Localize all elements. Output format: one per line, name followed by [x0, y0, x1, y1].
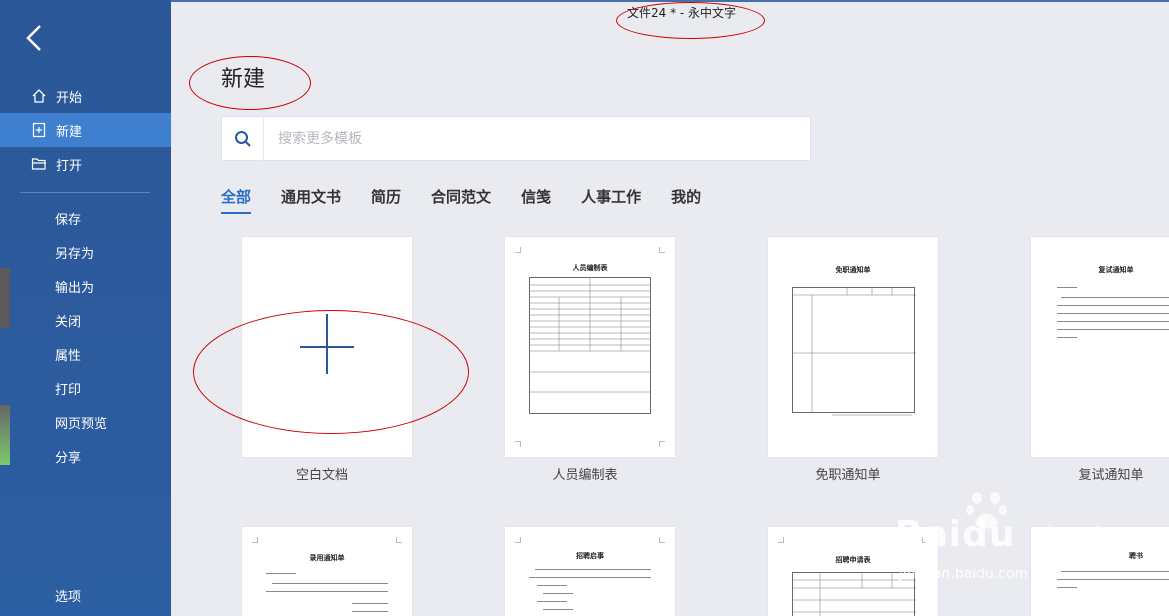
template-preview-heading: 录用通知单 [309, 554, 345, 562]
template-dismissal-notice[interactable]: 免职通知单 [768, 237, 938, 457]
sidebar-item-open[interactable]: 打开 [0, 147, 171, 181]
watermark-brand: Baidu [895, 514, 1016, 555]
sidebar-item-save[interactable]: 保存 [0, 201, 171, 235]
template-search [221, 116, 811, 161]
template-preview-heading: 招聘启事 [576, 552, 604, 560]
tab-hr[interactable]: 人事工作 [581, 186, 641, 214]
sidebar-item-label: 关闭 [55, 314, 82, 330]
watermark-brand-cn: 经验 [1041, 524, 1109, 564]
text-line [1057, 337, 1077, 338]
search-input[interactable] [264, 130, 810, 147]
template-job-posting[interactable]: 招聘启事 [505, 527, 675, 616]
page-corner-mark [659, 537, 665, 543]
title-bar-line [171, 0, 1169, 2]
text-line [543, 593, 573, 594]
template-staffing-table[interactable]: 人员编制表 [505, 237, 675, 457]
sidebar-item-home[interactable]: 开始 [0, 79, 171, 113]
template-blank[interactable] [242, 237, 412, 457]
page-corner-mark [659, 441, 665, 447]
text-line [272, 583, 388, 584]
sidebar-item-save-as[interactable]: 另存为 [0, 235, 171, 269]
sidebar-divider [20, 192, 150, 193]
text-line [1057, 329, 1169, 330]
back-button[interactable] [22, 22, 50, 54]
tab-mine[interactable]: 我的 [671, 186, 701, 214]
text-line [266, 591, 388, 592]
template-label: 免职通知单 [815, 468, 881, 483]
text-line [1057, 321, 1169, 322]
template-preview-heading: 人员编制表 [572, 264, 608, 272]
sidebar-item-properties[interactable]: 属性 [0, 337, 171, 371]
template-tabs: 全部 通用文书 简历 合同范文 信笺 人事工作 我的 [221, 186, 731, 214]
sidebar-item-label: 选项 [55, 589, 82, 605]
window-edge-decoration [0, 405, 10, 465]
text-line [1057, 287, 1077, 288]
page-corner-mark [515, 247, 521, 253]
template-preview-table [792, 287, 916, 416]
page-corner-mark [252, 537, 258, 543]
text-line [1061, 297, 1169, 298]
text-line [537, 585, 567, 586]
sidebar-item-label: 另存为 [55, 246, 95, 262]
page-corner-mark [659, 247, 665, 253]
page-title: 新建 [221, 67, 266, 92]
template-preview-heading: 复试通知单 [1098, 266, 1134, 274]
chevron-left-icon [26, 25, 41, 51]
home-icon [30, 87, 48, 105]
sidebar-item-share[interactable]: 分享 [0, 439, 171, 473]
text-line [543, 609, 573, 610]
tab-contracts[interactable]: 合同范文 [431, 186, 491, 214]
sidebar-item-close[interactable]: 关闭 [0, 303, 171, 337]
tab-letterhead[interactable]: 信笺 [521, 186, 551, 214]
sidebar-item-label: 新建 [56, 124, 83, 140]
template-preview-table [529, 277, 651, 414]
page-corner-mark [515, 441, 521, 447]
page-corner-mark [515, 537, 521, 543]
tab-resume[interactable]: 简历 [371, 186, 401, 214]
sidebar-item-label: 分享 [55, 450, 82, 466]
document-title: 文件24 * - 永中文字 [627, 6, 737, 20]
sidebar-item-label: 打开 [56, 158, 83, 174]
sidebar-item-print[interactable]: 打印 [0, 371, 171, 405]
search-icon[interactable] [222, 116, 264, 161]
tab-all[interactable]: 全部 [221, 186, 252, 214]
sidebar-item-label: 打印 [55, 382, 82, 398]
sidebar-item-options[interactable]: 选项 [0, 578, 171, 612]
template-label: 复试通知单 [1078, 468, 1144, 483]
sidebar-item-label: 属性 [55, 348, 82, 364]
baidu-watermark: Baidu 经验 jingyan.baidu.com [895, 488, 1169, 616]
text-line [352, 611, 388, 612]
text-line [529, 577, 651, 578]
text-line [537, 601, 567, 602]
new-doc-icon [30, 121, 48, 139]
page-corner-mark [778, 537, 784, 543]
window-edge-decoration [0, 268, 10, 328]
template-preview-heading: 免职通知单 [835, 266, 871, 274]
text-line [1057, 305, 1169, 306]
template-offer-notice[interactable]: 录用通知单 [242, 527, 412, 616]
sidebar-item-new[interactable]: 新建 [0, 113, 171, 147]
text-line [535, 569, 651, 570]
sidebar: 开始 新建 打开 保存 另存为 输出为 关闭 属性 打印 网页预览 分享 选项 [0, 0, 171, 616]
sidebar-item-label: 网页预览 [55, 416, 108, 432]
template-label: 人员编制表 [552, 468, 618, 483]
sidebar-item-export[interactable]: 输出为 [0, 269, 171, 303]
template-retest-notice[interactable]: 复试通知单 [1031, 237, 1169, 457]
folder-open-icon [30, 155, 48, 173]
text-line [266, 573, 296, 574]
plus-icon [300, 314, 354, 374]
page-corner-mark [396, 537, 402, 543]
tab-general-docs[interactable]: 通用文书 [281, 186, 341, 214]
text-line [352, 603, 388, 604]
watermark-url: jingyan.baidu.com [899, 566, 1029, 582]
text-line [1057, 313, 1169, 314]
sidebar-item-label: 输出为 [55, 280, 95, 296]
sidebar-item-web-preview[interactable]: 网页预览 [0, 405, 171, 439]
sidebar-item-label: 开始 [56, 90, 83, 106]
sidebar-item-label: 保存 [55, 212, 82, 228]
template-label: 空白文档 [295, 468, 348, 483]
